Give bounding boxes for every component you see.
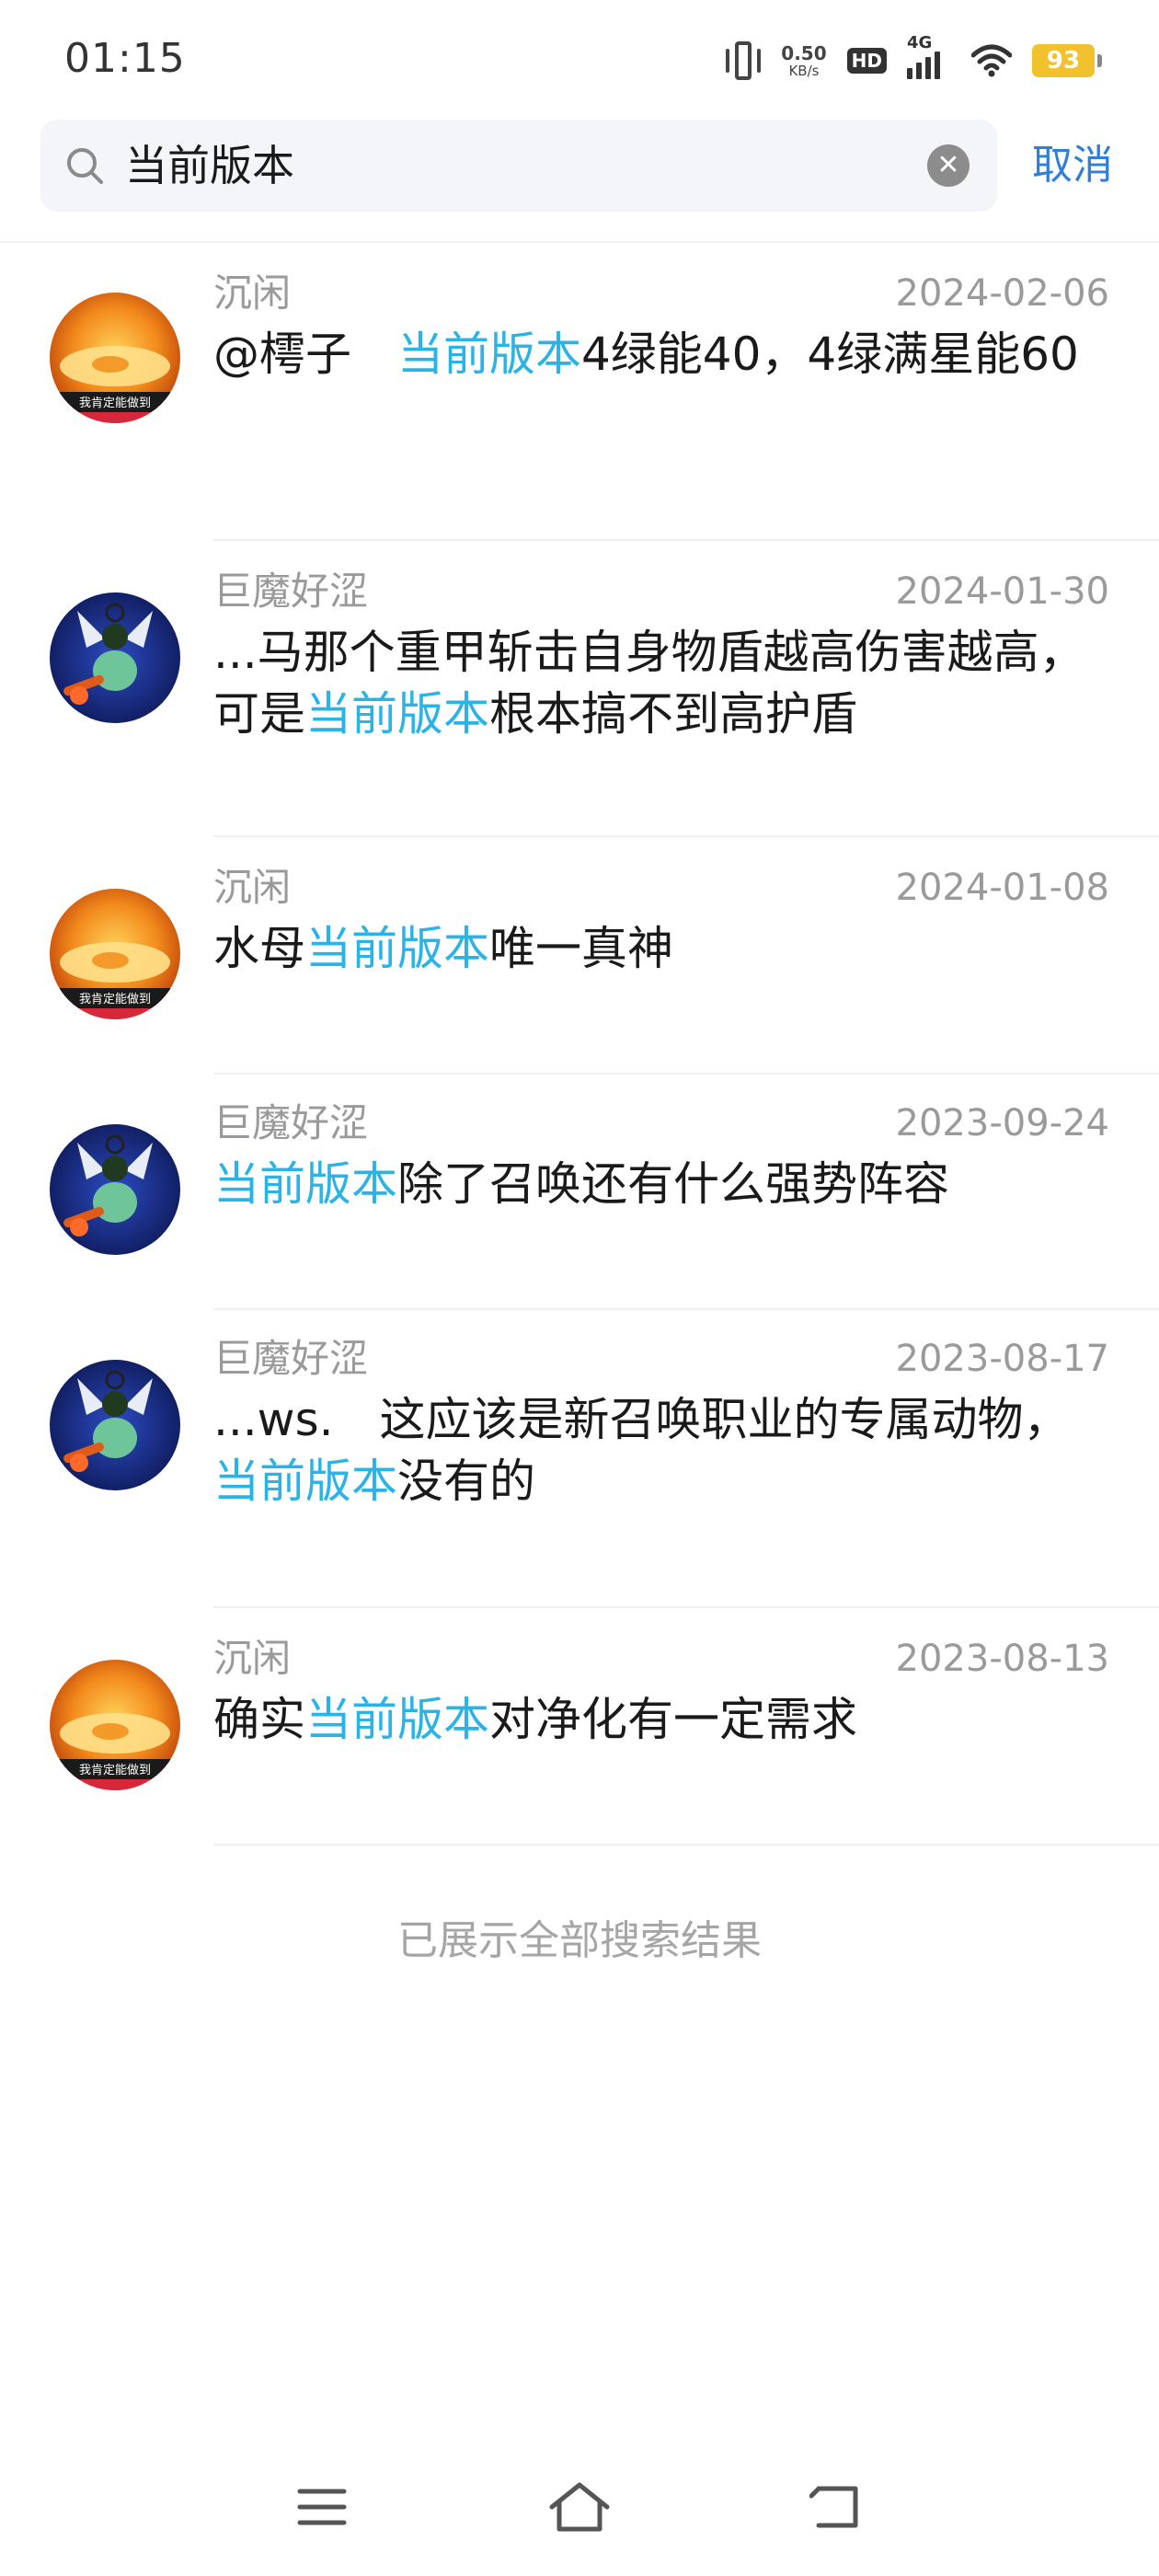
net-speed: 0.50 KB/s (781, 44, 826, 78)
divider (213, 1844, 1159, 1846)
network-type: 4G (907, 33, 933, 52)
avatar[interactable]: 我肯定能做到 (50, 889, 180, 1019)
search-icon (67, 148, 103, 184)
post-snippet[interactable]: 水母当前版本唯一真神 (213, 918, 1115, 980)
end-of-results-note: 已展示全部搜索结果 (397, 1917, 762, 1964)
avatar[interactable] (50, 1124, 180, 1255)
vibrate-icon (726, 40, 762, 82)
svg-text:我肯定能做到: 我肯定能做到 (79, 993, 151, 1006)
svg-text:我肯定能做到: 我肯定能做到 (79, 397, 151, 410)
hd-icon: HD (846, 48, 887, 74)
post-snippet[interactable]: 确实当前版本对净化有一定需求 (213, 1689, 1115, 1751)
post-date: 2024-02-06 (895, 272, 1109, 315)
post-snippet[interactable]: 当前版本除了召唤还有什么强势阵容 (213, 1154, 1115, 1215)
avatar[interactable]: 我肯定能做到 (50, 293, 180, 423)
list-item[interactable]: 我肯定能做到 沉闲 2023-08-13 确实当前版本对净化有一定需求 (0, 1608, 1159, 1846)
post-snippet[interactable]: @樗子 当前版本4绿能40，4绿满星能60 (213, 324, 1115, 385)
post-date: 2023-08-17 (895, 1338, 1109, 1380)
search-results-list: 我肯定能做到 沉闲 2024-02-06 @樗子 当前版本4绿能40，4绿满星能… (0, 243, 1159, 1846)
post-snippet[interactable]: ...马那个重甲斩击自身物盾越高伤害越高，可是当前版本根本搞不到高护盾 (213, 622, 1115, 745)
cancel-button[interactable]: 取消 (1032, 138, 1113, 193)
author-name[interactable]: 沉闲 (213, 863, 291, 913)
list-item[interactable]: 巨魔好涩 2024-01-30 ...马那个重甲斩击自身物盾越高伤害越高，可是当… (0, 541, 1159, 837)
highlight-term: 当前版本 (305, 687, 489, 741)
signal-icon: 4G (907, 33, 951, 79)
status-time: 01:15 (64, 35, 186, 82)
author-name[interactable]: 沉闲 (213, 1634, 291, 1684)
status-icons: 0.50 KB/s HD 4G 93 (726, 33, 1102, 86)
clear-icon[interactable]: ✕ (927, 144, 970, 187)
author-name[interactable]: 巨魔好涩 (213, 1098, 368, 1148)
list-item[interactable]: 巨魔好涩 2023-08-17 ...ws. 这应该是新召唤职业的专属动物，当前… (0, 1310, 1159, 1608)
back-icon[interactable] (800, 2475, 874, 2539)
highlight-term: 当前版本 (305, 1693, 489, 1746)
author-name[interactable]: 巨魔好涩 (213, 567, 368, 616)
menu-icon[interactable] (285, 2475, 359, 2539)
net-speed-unit: KB/s (788, 62, 820, 79)
highlight-term: 当前版本 (213, 1455, 397, 1508)
highlight-term: 当前版本 (305, 922, 489, 975)
highlight-term: 当前版本 (213, 1157, 397, 1211)
avatar[interactable] (50, 1360, 180, 1490)
avatar[interactable] (50, 592, 180, 723)
post-date: 2024-01-08 (895, 867, 1109, 909)
status-bar: 01:15 0.50 KB/s HD 4G 93 (0, 0, 1159, 120)
wifi-icon (971, 44, 1012, 77)
list-item[interactable]: 我肯定能做到 沉闲 2024-01-08 水母当前版本唯一真神 (0, 837, 1159, 1075)
avatar[interactable]: 我肯定能做到 (50, 1660, 180, 1790)
battery-icon: 93 (1032, 44, 1102, 77)
author-name[interactable]: 沉闲 (213, 269, 291, 318)
post-date: 2023-08-13 (895, 1638, 1109, 1680)
post-snippet[interactable]: ...ws. 这应该是新召唤职业的专属动物，当前版本没有的 (213, 1389, 1115, 1512)
svg-text:我肯定能做到: 我肯定能做到 (79, 1764, 151, 1777)
search-query[interactable]: 当前版本 (125, 140, 294, 191)
highlight-term: 当前版本 (397, 328, 581, 381)
net-speed-value: 0.50 (781, 41, 827, 64)
post-date: 2023-09-24 (895, 1102, 1109, 1144)
home-icon[interactable] (543, 2475, 616, 2539)
post-date: 2024-01-30 (895, 570, 1109, 613)
search-input[interactable]: 当前版本 ✕ (40, 120, 997, 212)
list-item[interactable]: 巨魔好涩 2023-09-24 当前版本除了召唤还有什么强势阵容 (0, 1075, 1159, 1310)
navigation-bar (0, 2447, 1159, 2576)
author-name[interactable]: 巨魔好涩 (213, 1334, 368, 1384)
list-item[interactable]: 我肯定能做到 沉闲 2024-02-06 @樗子 当前版本4绿能40，4绿满星能… (0, 243, 1159, 541)
